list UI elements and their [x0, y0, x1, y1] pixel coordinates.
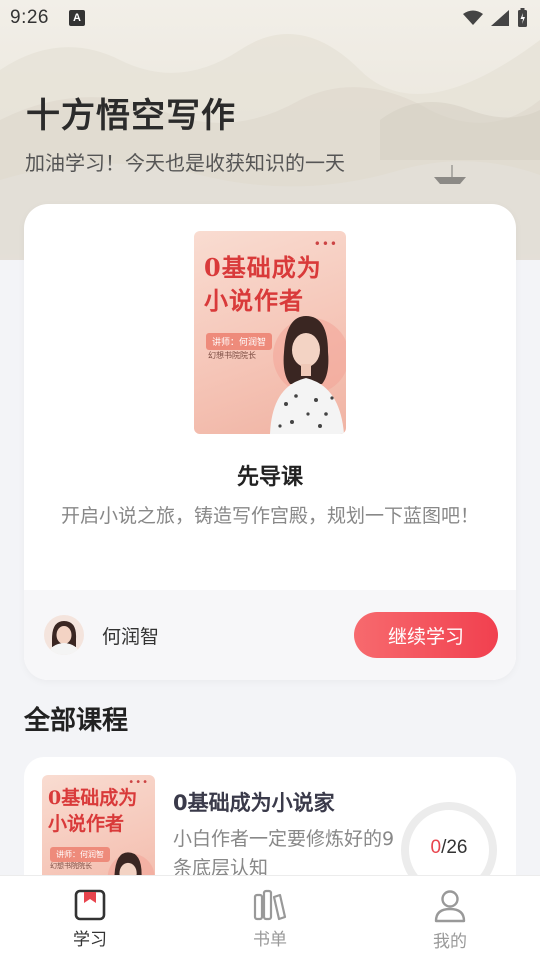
- cover-subtitle: 幻想书院院长: [208, 351, 256, 360]
- progress-done-count: 0: [430, 837, 442, 858]
- status-time: 9:26: [10, 7, 49, 28]
- nav-label-profile: 我的: [433, 932, 467, 952]
- course-name: 0基础成为小说家: [173, 791, 335, 815]
- nav-item-study[interactable]: 学习: [0, 876, 180, 960]
- app-subtitle: 加油学习！今天也是收获知识的一天: [25, 151, 345, 175]
- teacher-avatar: [44, 615, 84, 655]
- notification-icon: A: [68, 10, 85, 26]
- cover-title: 0基础成为 小说作者: [48, 785, 137, 837]
- status-icons: [463, 8, 528, 28]
- featured-course-name: 先导课: [236, 465, 303, 490]
- app-title: 十方悟空写作: [26, 96, 236, 136]
- cover-dots: •••: [313, 237, 338, 251]
- bottom-nav: 学习 书单 我的: [0, 875, 540, 960]
- course-progress-text: 0/26: [400, 837, 498, 859]
- lecturer-photo: [270, 316, 346, 434]
- progress-total-count: /26: [441, 837, 468, 858]
- profile-icon: [434, 890, 466, 923]
- continue-learning-button[interactable]: 继续学习: [354, 612, 498, 658]
- booklist-icon: [253, 889, 287, 921]
- cover-title-line1: 0基础成为: [48, 787, 138, 809]
- status-bar: 9:26 A: [0, 0, 540, 36]
- featured-course-description: 开启小说之旅，铸造写作宫殿，规划一下蓝图吧！: [60, 505, 479, 527]
- cover-subtitle: 幻想书院院长: [50, 862, 92, 870]
- cover-title-line2: 小说作者: [48, 813, 125, 835]
- signal-icon: [491, 10, 509, 26]
- nav-label-study: 学习: [73, 930, 107, 950]
- nav-label-booklist: 书单: [253, 930, 287, 950]
- featured-course-card[interactable]: ••• 0基础成为 小说作者 讲师：何润智 幻想书院院长 先导课 开启小说之旅，…: [24, 204, 516, 680]
- all-courses-title: 全部课程: [24, 706, 129, 736]
- battery-icon: [518, 8, 527, 27]
- nav-item-booklist[interactable]: 书单: [180, 876, 360, 960]
- teacher-name: 何润智: [102, 625, 160, 648]
- cover-title-line1: 0基础成为: [204, 253, 322, 282]
- study-icon: [74, 889, 106, 921]
- featured-course-cover[interactable]: ••• 0基础成为 小说作者 讲师：何润智 幻想书院院长: [194, 231, 346, 434]
- wifi-icon: [463, 10, 483, 25]
- nav-item-profile[interactable]: 我的: [360, 876, 540, 960]
- featured-card-footer: 何润智 继续学习: [24, 590, 516, 680]
